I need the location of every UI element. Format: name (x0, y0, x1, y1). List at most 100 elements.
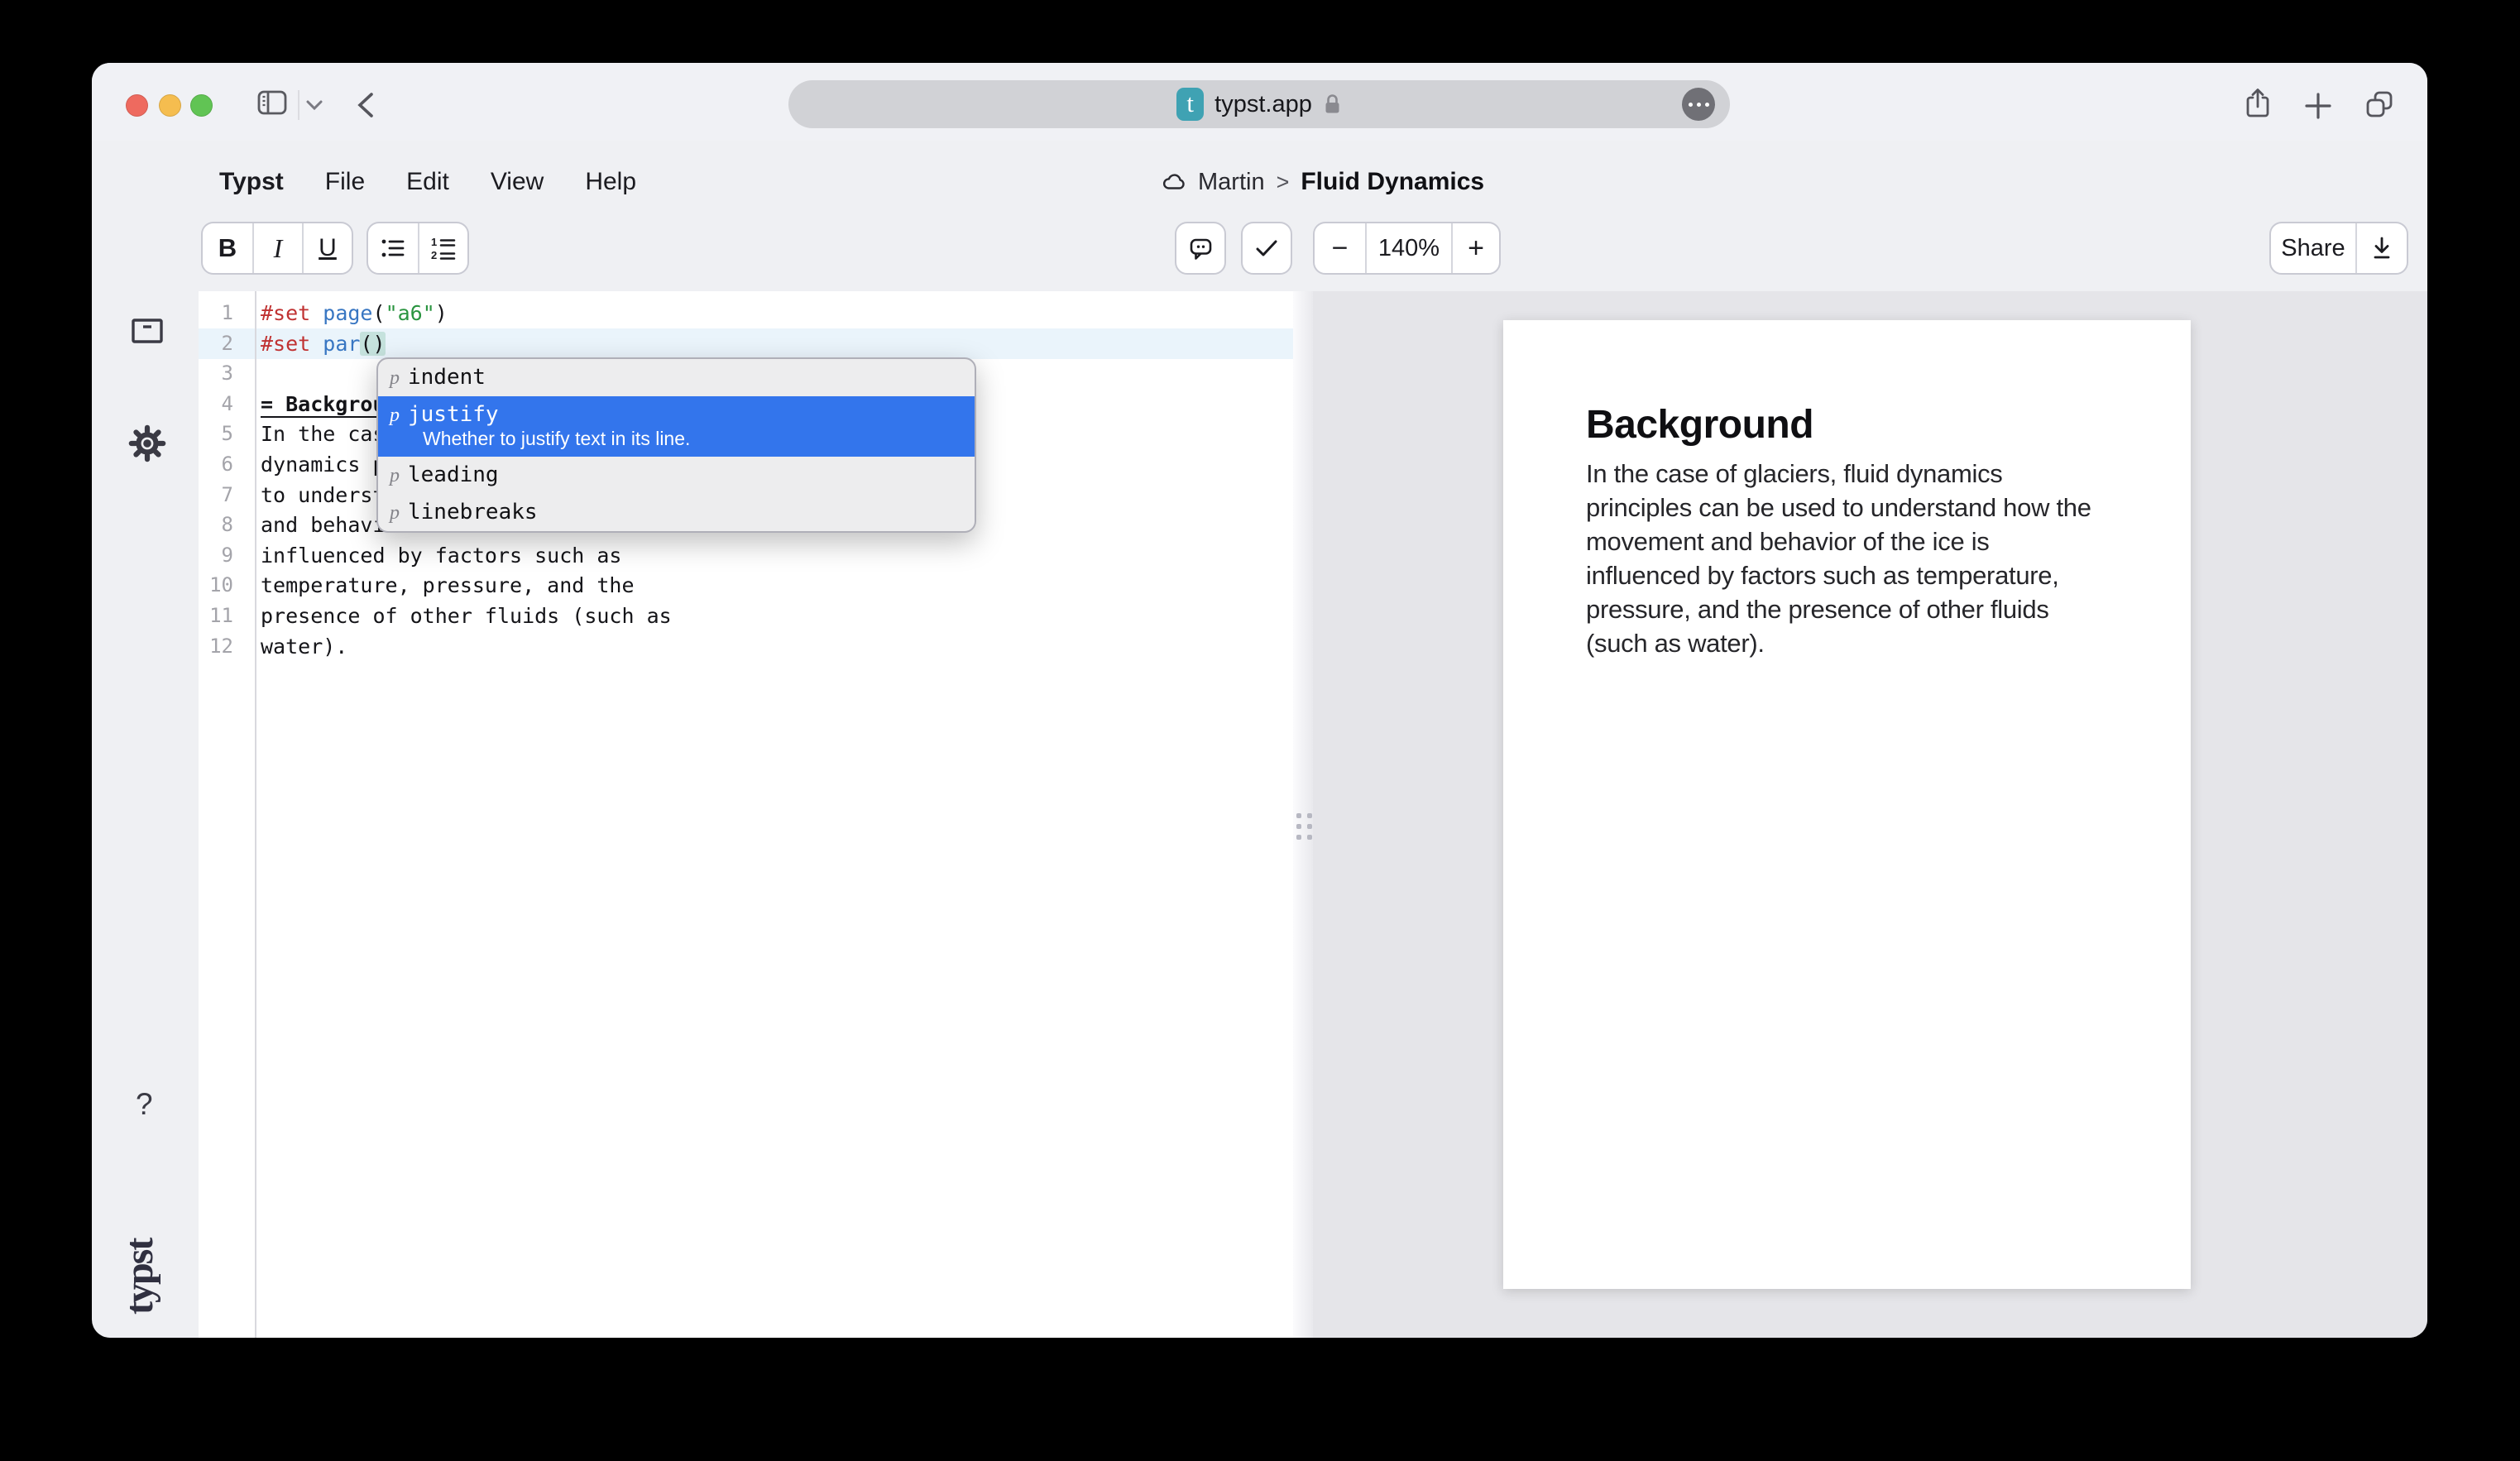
autocomplete-item-linebreaks[interactable]: p linebreaks (378, 494, 975, 531)
menu-item-typst[interactable]: Typst (219, 168, 284, 196)
italic-button[interactable]: I (252, 223, 302, 273)
code-token: "a6" (386, 301, 435, 325)
back-button-icon[interactable] (355, 91, 376, 119)
numbered-list-icon: 1 2 (431, 237, 456, 260)
zoom-out-button[interactable]: − (1315, 223, 1365, 273)
cloud-icon (1162, 173, 1186, 191)
code-token: #set (261, 301, 310, 325)
breadcrumb: Martin > Fluid Dynamics (1162, 141, 1484, 223)
autocomplete-label: indent (408, 365, 486, 390)
code-token (310, 332, 323, 356)
code-line-11[interactable]: presence of other fluids (such as (199, 601, 1293, 631)
code-token: par (323, 332, 360, 356)
bullet-list-button[interactable] (368, 223, 418, 273)
zoom-level-value[interactable]: 140% (1365, 223, 1451, 273)
typst-logo: typst (117, 1186, 162, 1315)
code-token: influenced by factors such as (261, 544, 622, 568)
bold-button[interactable]: B (203, 223, 252, 273)
autocomplete-item-justify[interactable]: pjustifyWhether to justify text in its l… (378, 396, 975, 457)
document-page: Background In the case of glaciers, flui… (1503, 320, 2191, 1289)
autocomplete-item-indent[interactable]: pindent (378, 359, 975, 396)
text-style-group: B I U (201, 222, 353, 275)
url-host-text: typst.app (1214, 91, 1312, 118)
autocomplete-item-leading[interactable]: pleading (378, 457, 975, 494)
document-body-line: principles can be used to understand how… (1586, 491, 2108, 525)
close-window-button[interactable] (126, 94, 148, 117)
zoom-in-button[interactable]: + (1451, 223, 1499, 273)
document-title[interactable]: Fluid Dynamics (1301, 168, 1484, 196)
zoom-window-button[interactable] (190, 94, 213, 117)
app-menubar: Typst File Edit View Help (219, 141, 636, 223)
code-editor[interactable]: #set page("a6")1#set par()23= Background… (199, 291, 1293, 1338)
share-page-icon[interactable] (2243, 86, 2273, 121)
autocomplete-label: justify (408, 402, 499, 427)
share-button[interactable]: Share (2271, 223, 2355, 273)
code-line-1[interactable]: #set page("a6") (199, 298, 1293, 328)
lock-icon (1323, 92, 1342, 117)
code-line-12[interactable]: water). (199, 631, 1293, 662)
line-number: 4 (199, 389, 233, 419)
download-icon (2368, 235, 2396, 261)
menu-item-view[interactable]: View (491, 168, 544, 196)
param-type-icon: p (390, 367, 400, 390)
browser-titlebar: t typst.app (92, 63, 2427, 141)
code-token: presence of other fluids (such as (261, 604, 672, 628)
new-tab-plus-icon[interactable] (2304, 92, 2332, 120)
share-group: Share (2269, 222, 2408, 275)
compile-check-button[interactable] (1243, 223, 1291, 273)
document-body-line: influenced by factors such as temperatur… (1586, 558, 2108, 592)
line-number: 3 (199, 358, 233, 389)
document-body-line: movement and behavior of the ice is (1586, 525, 2108, 558)
code-line-2[interactable]: #set par() (199, 328, 1293, 359)
autocomplete-popup: pindentpjustifyWhether to justify text i… (376, 357, 976, 533)
sidebar-toggle-icon[interactable] (256, 89, 288, 116)
autocomplete-label: leading (408, 462, 499, 487)
settings-gear-icon[interactable] (128, 424, 166, 462)
menu-item-help[interactable]: Help (585, 168, 636, 196)
minimize-window-button[interactable] (159, 94, 181, 117)
files-box-icon[interactable] (131, 316, 164, 346)
download-button[interactable] (2355, 223, 2407, 273)
code-token: water). (261, 635, 347, 659)
code-token: temperature, pressure, and the (261, 573, 635, 597)
site-favicon: t (1176, 88, 1204, 121)
checkmark-icon (1253, 237, 1280, 260)
line-number: 10 (199, 570, 233, 601)
check-group (1241, 222, 1292, 275)
url-bar[interactable]: t typst.app (788, 80, 1730, 128)
underline-button[interactable]: U (302, 223, 352, 273)
help-button[interactable]: ? (136, 1087, 153, 1122)
breadcrumb-workspace[interactable]: Martin (1198, 169, 1265, 196)
list-style-group: 1 2 (367, 222, 469, 275)
document-body: In the case of glaciers, fluid dynamicsp… (1586, 457, 2108, 660)
line-number: 6 (199, 449, 233, 480)
code-token (310, 301, 323, 325)
pdf-preview-pane[interactable]: Background In the case of glaciers, flui… (1313, 291, 2427, 1338)
chevron-down-icon[interactable] (305, 99, 323, 111)
numbered-list-button[interactable]: 1 2 (418, 223, 467, 273)
page-settings-ellipsis-icon[interactable] (1682, 88, 1715, 121)
autocomplete-label: linebreaks (408, 500, 538, 525)
menu-item-file[interactable]: File (325, 168, 365, 196)
code-token: ( (373, 301, 386, 325)
param-type-icon: p (390, 405, 400, 427)
code-token: page (323, 301, 372, 325)
param-type-icon: p (390, 502, 400, 525)
tab-overview-icon[interactable] (2364, 89, 2395, 121)
panel-splitter[interactable] (1293, 291, 1313, 1338)
menu-item-edit[interactable]: Edit (406, 168, 449, 196)
comment-group (1175, 222, 1226, 275)
line-number: 12 (199, 631, 233, 662)
code-line-9[interactable]: influenced by factors such as (199, 540, 1293, 571)
line-number: 11 (199, 601, 233, 631)
comment-button[interactable] (1176, 223, 1224, 273)
browser-window: t typst.app (92, 63, 2427, 1338)
code-line-10[interactable]: temperature, pressure, and the (199, 570, 1293, 601)
document-body-line: pressure, and the presence of other flui… (1586, 592, 2108, 626)
drag-handle-icon[interactable] (1296, 813, 1312, 840)
code-token: ) (435, 301, 448, 325)
code-token: #set (261, 332, 310, 356)
gutter-divider (255, 291, 256, 1338)
document-heading: Background (1586, 402, 2108, 448)
bullet-list-icon (381, 237, 405, 260)
